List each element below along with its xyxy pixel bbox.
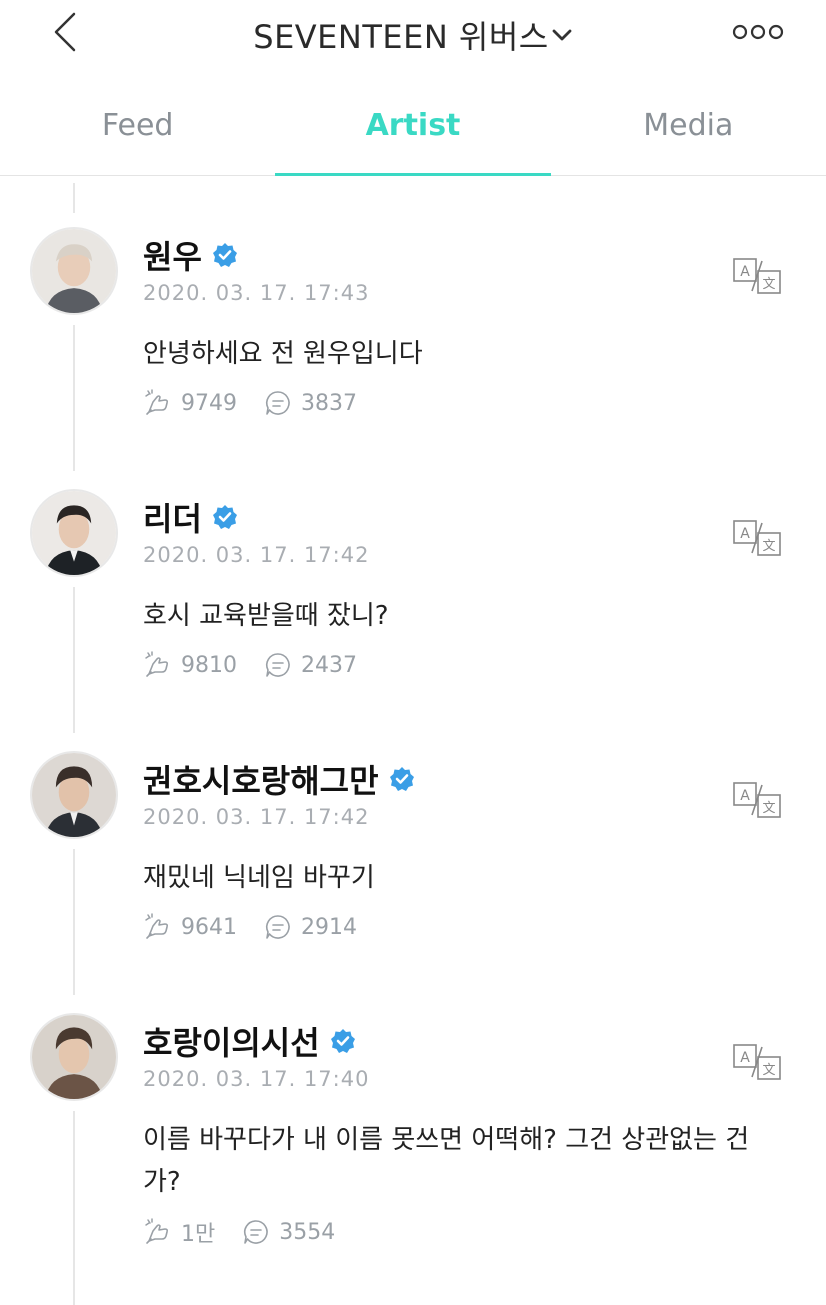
post-stats: 9641 2914 xyxy=(143,912,383,942)
like-count: 1만 xyxy=(181,1222,216,1247)
comment-count: 3837 xyxy=(301,390,357,416)
top-bar: SEVENTEEN 위버스 xyxy=(0,0,826,70)
comment-icon xyxy=(266,915,290,939)
verified-badge-icon xyxy=(330,1028,356,1054)
svg-text:文: 文 xyxy=(762,539,775,554)
author-row: 호랑이의시선 xyxy=(143,1019,356,1063)
community-switcher[interactable]: SEVENTEEN 위버스 xyxy=(0,12,826,58)
verified-badge-icon xyxy=(389,766,415,792)
comment-count: 2914 xyxy=(301,914,357,940)
cheer-icon xyxy=(145,651,169,677)
like-count: 9749 xyxy=(181,390,237,416)
author-name[interactable]: 원우 xyxy=(143,232,202,278)
author-row: 리더 xyxy=(143,495,238,539)
comment-button[interactable]: 3554 xyxy=(241,1217,335,1247)
tab-feed[interactable]: Feed xyxy=(0,96,275,175)
svg-text:A: A xyxy=(740,264,750,280)
thread-line xyxy=(73,1111,75,1305)
post-stats: 9749 3837 xyxy=(143,388,383,418)
avatar[interactable] xyxy=(30,751,118,839)
author-row: 원우 xyxy=(143,233,238,277)
comment-button[interactable]: 3837 xyxy=(263,388,357,418)
comment-button[interactable]: 2914 xyxy=(263,912,357,942)
svg-text:A: A xyxy=(740,1050,750,1066)
like-button[interactable]: 9641 xyxy=(143,912,237,942)
avatar[interactable] xyxy=(30,227,118,315)
comment-icon xyxy=(266,391,290,415)
like-button[interactable]: 9810 xyxy=(143,650,237,680)
cheer-icon xyxy=(145,913,169,939)
tab-bar: Feed Artist Media xyxy=(0,96,826,176)
post-timestamp: 2020. 03. 17. 17:43 xyxy=(143,281,370,305)
translate-icon[interactable]: A文 xyxy=(732,257,782,295)
tab-media[interactable]: Media xyxy=(551,96,826,175)
post-timestamp: 2020. 03. 17. 17:42 xyxy=(143,543,370,567)
post-timestamp: 2020. 03. 17. 17:40 xyxy=(143,1067,370,1091)
avatar[interactable] xyxy=(30,489,118,577)
svg-text:A: A xyxy=(740,788,750,804)
thread-line xyxy=(73,325,75,471)
author-name[interactable]: 호랑이의시선 xyxy=(143,1018,320,1064)
comment-count: 3554 xyxy=(279,1219,336,1245)
comment-icon xyxy=(266,653,290,677)
like-button[interactable]: 1만 xyxy=(143,1216,215,1248)
artist-feed[interactable]: 원우 2020. 03. 17. 17:43 A文 안녕하세요 전 원우입니다 … xyxy=(0,177,826,1305)
author-name[interactable]: 리더 xyxy=(143,494,202,540)
post-text[interactable]: 이름 바꾸다가 내 이름 못쓰면 어떡해? 그건 상관없는 건가? xyxy=(143,1119,783,1203)
translate-icon[interactable]: A文 xyxy=(732,1043,782,1081)
cheer-icon xyxy=(145,1218,169,1244)
like-count: 9810 xyxy=(181,652,237,678)
page-title: SEVENTEEN 위버스 xyxy=(253,18,549,56)
avatar[interactable] xyxy=(30,1013,118,1101)
thread-line xyxy=(73,183,75,213)
verified-badge-icon xyxy=(212,242,238,268)
more-dots-icon[interactable] xyxy=(730,18,786,46)
post-text[interactable]: 호시 교육받을때 잤니? xyxy=(143,595,783,637)
chevron-down-icon xyxy=(551,24,573,46)
svg-text:文: 文 xyxy=(762,801,775,816)
author-row: 권호시호랑해그만 xyxy=(143,757,415,801)
svg-text:文: 文 xyxy=(762,1063,775,1078)
thread-line xyxy=(73,849,75,995)
post-stats: 9810 2437 xyxy=(143,650,383,680)
post-text[interactable]: 재밌네 닉네임 바꾸기 xyxy=(143,857,783,899)
comment-button[interactable]: 2437 xyxy=(263,650,357,680)
like-count: 9641 xyxy=(181,914,237,940)
svg-text:A: A xyxy=(740,526,750,542)
svg-text:文: 文 xyxy=(762,277,775,292)
comment-count: 2437 xyxy=(301,652,357,678)
translate-icon[interactable]: A文 xyxy=(732,781,782,819)
verified-badge-icon xyxy=(212,504,238,530)
author-name[interactable]: 권호시호랑해그만 xyxy=(143,756,379,802)
like-button[interactable]: 9749 xyxy=(143,388,237,418)
tab-artist[interactable]: Artist xyxy=(275,96,551,176)
post-timestamp: 2020. 03. 17. 17:42 xyxy=(143,805,370,829)
cheer-icon xyxy=(145,389,169,415)
post-stats: 1만 3554 xyxy=(143,1216,361,1248)
post-text[interactable]: 안녕하세요 전 원우입니다 xyxy=(143,333,783,375)
thread-line xyxy=(73,587,75,733)
comment-icon xyxy=(244,1220,268,1244)
translate-icon[interactable]: A文 xyxy=(732,519,782,557)
